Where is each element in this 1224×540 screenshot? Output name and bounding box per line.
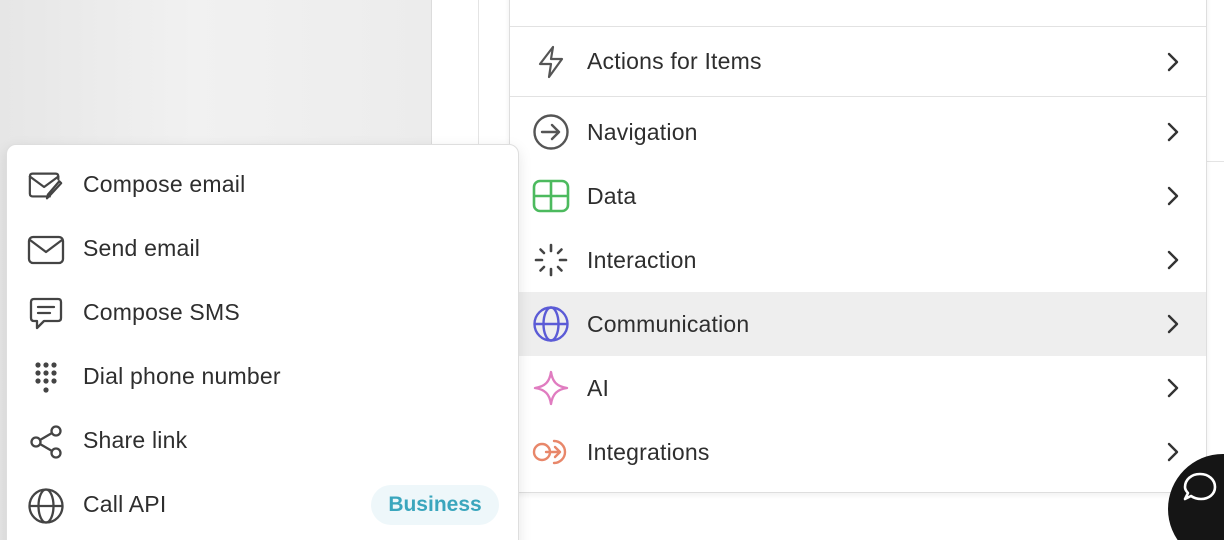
menu-item-communication[interactable]: Communication	[519, 292, 1206, 356]
chevron-right-icon	[1167, 122, 1179, 142]
menu-item-label: Data	[587, 182, 637, 209]
business-badge: Business	[371, 485, 499, 525]
submenu-item-send-email[interactable]: Send email	[7, 221, 518, 277]
submenu-item-compose-sms[interactable]: Compose SMS	[7, 285, 518, 341]
submenu-item-label: Compose email	[83, 171, 246, 197]
chevron-right-icon	[1167, 250, 1179, 270]
submenu-item-share-link[interactable]: Share link	[7, 413, 518, 469]
arrow-circle-icon	[532, 113, 570, 151]
menu-item-label: Actions for Items	[587, 48, 762, 74]
envelope-icon	[27, 231, 65, 269]
menu-item-label: Navigation	[587, 118, 698, 145]
submenu-item-call-api[interactable]: Call API Business	[7, 477, 518, 533]
menu-item-actions-for-items[interactable]: Actions for Items	[510, 27, 1206, 96]
chevron-right-icon	[1167, 442, 1179, 462]
menu-item-data[interactable]: Data	[510, 164, 1206, 228]
menu-item-label: AI	[587, 374, 610, 401]
dialpad-icon	[27, 359, 65, 397]
communication-submenu: Compose email Send email Compose SMS Dia…	[6, 144, 519, 540]
chevron-right-icon	[1167, 314, 1179, 334]
submenu-item-label: Send email	[83, 235, 201, 261]
loader-icon	[532, 241, 570, 279]
submenu-item-compose-email[interactable]: Compose email	[7, 157, 518, 213]
submenu-item-label: Call API	[83, 491, 167, 517]
action-category-menu: Actions for Items Navigation Data Intera…	[509, 0, 1207, 493]
chevron-right-icon	[1167, 52, 1179, 71]
menu-divider	[510, 96, 1206, 97]
chevron-right-icon	[1167, 186, 1179, 206]
chevron-right-icon	[1167, 378, 1179, 398]
table-icon	[532, 177, 570, 215]
menu-item-interaction[interactable]: Interaction	[510, 228, 1206, 292]
lightning-icon	[532, 43, 570, 81]
menu-item-label: Integrations	[587, 438, 710, 465]
menu-item-label: Interaction	[587, 246, 697, 273]
chat-bubble-icon	[1183, 472, 1217, 501]
submenu-item-label: Share link	[83, 427, 188, 453]
menu-item-label: Communication	[587, 310, 750, 337]
share-icon	[27, 423, 65, 461]
integration-icon	[532, 433, 570, 471]
submenu-item-label: Dial phone number	[83, 363, 281, 389]
globe-icon	[27, 487, 65, 525]
sparkle-icon	[532, 369, 570, 407]
globe-icon	[532, 305, 570, 343]
menu-item-ai[interactable]: AI	[510, 356, 1206, 420]
message-icon	[27, 295, 65, 333]
submenu-item-dial-phone[interactable]: Dial phone number	[7, 349, 518, 405]
submenu-item-label: Compose SMS	[83, 299, 240, 325]
menu-item-integrations[interactable]: Integrations	[510, 420, 1206, 484]
compose-email-icon	[27, 167, 65, 205]
menu-item-navigation[interactable]: Navigation	[510, 100, 1206, 164]
